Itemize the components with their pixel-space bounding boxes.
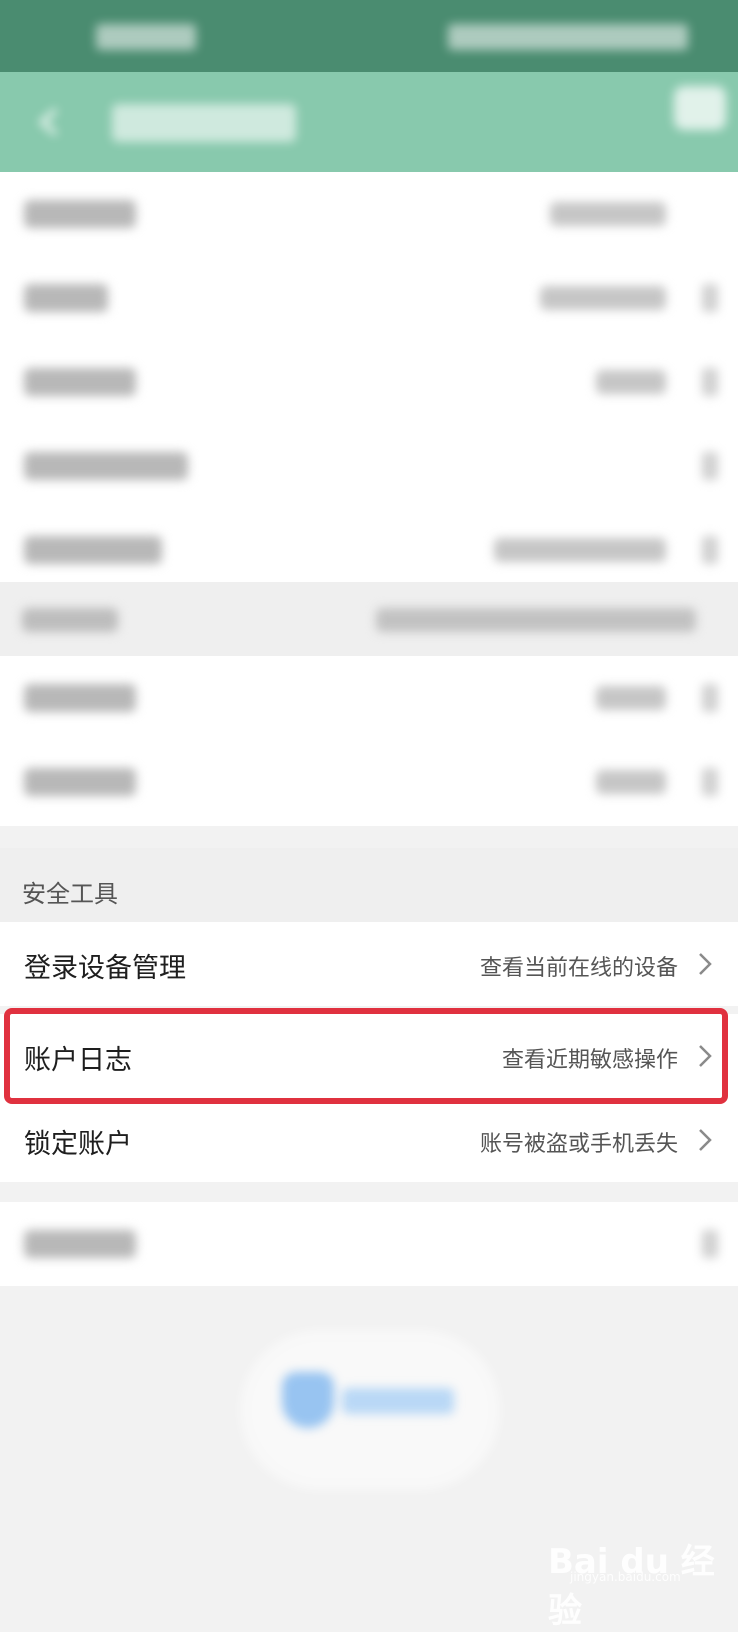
list-item[interactable]: [0, 740, 738, 824]
list-item[interactable]: [0, 172, 738, 256]
list-item[interactable]: [0, 508, 738, 592]
bottom-group: [0, 1202, 738, 1286]
chevron-right-icon: [699, 1129, 712, 1151]
arrow-left-icon[interactable]: [30, 102, 70, 142]
row-label: 锁定账户: [24, 1129, 132, 1160]
page-title-blur: [112, 104, 296, 142]
section-title: 安全工具: [22, 880, 118, 908]
row-description: 查看当前在线的设备: [479, 956, 678, 981]
list-item[interactable]: [0, 256, 738, 340]
chevron-right-icon: [699, 953, 712, 975]
row-description: 账号被盗或手机丢失: [479, 1132, 678, 1157]
list-item[interactable]: [0, 424, 738, 508]
row-label: 登录设备管理: [24, 953, 186, 984]
chat-icon[interactable]: [674, 86, 726, 130]
highlight-box: [4, 1008, 728, 1104]
list-item[interactable]: [0, 656, 738, 740]
lock-account-row[interactable]: 锁定账户 账号被盗或手机丢失: [0, 1098, 738, 1182]
status-icons-blur: [448, 24, 688, 50]
verification-group: [0, 656, 738, 826]
nav-bar: [0, 72, 738, 172]
list-item[interactable]: [0, 1202, 738, 1286]
security-center-logo: [240, 1330, 500, 1490]
account-info-group: [0, 172, 738, 582]
status-bar: [0, 0, 738, 72]
baidu-watermark: Bai du 经验 jingyan.baidu.com: [530, 1496, 720, 1631]
status-time-blur: [96, 24, 196, 50]
section-header-blur: [0, 582, 738, 656]
list-item[interactable]: [0, 340, 738, 424]
section-header-security-tools: 安全工具: [0, 848, 738, 922]
login-device-management-row[interactable]: 登录设备管理 查看当前在线的设备: [0, 922, 738, 1006]
watermark-url: jingyan.baidu.com: [570, 1570, 681, 1584]
shield-icon: [282, 1372, 334, 1428]
